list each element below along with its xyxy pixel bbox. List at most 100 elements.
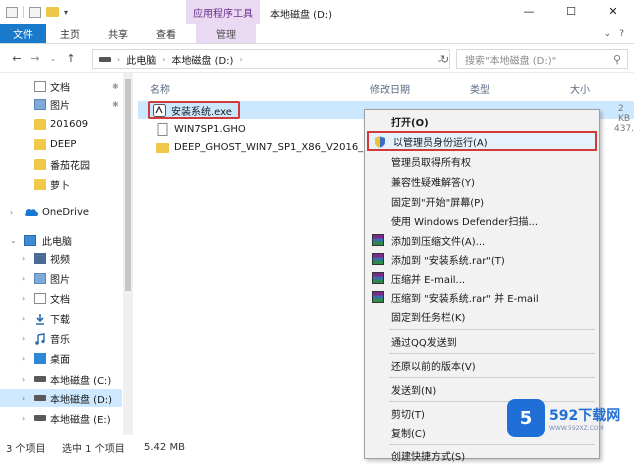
properties-icon[interactable] [6, 6, 18, 18]
menu-item-restore-versions[interactable]: 还原以前的版本(V) [367, 356, 597, 374]
sidebar-item-tomato-garden[interactable]: 番茄花园 [0, 155, 122, 173]
sidebar-item-drive-c[interactable]: › 本地磁盘 (C:) [0, 370, 122, 388]
recent-locations-button[interactable]: ⌄ [44, 54, 62, 63]
app-tools-tab-title: 应用程序工具 [186, 0, 260, 24]
search-placeholder: 搜索"本地磁盘 (D:)" [465, 55, 557, 67]
sidebar-scrollbar[interactable] [123, 73, 133, 435]
winrar-icon [372, 291, 384, 303]
sidebar-item-music[interactable]: › 音乐 [0, 329, 122, 347]
tab-manage[interactable]: 管理 [196, 24, 256, 43]
file-row-win7sp1-gho[interactable]: WIN7SP1.GHO [156, 121, 246, 138]
menu-item-pin-to-taskbar[interactable]: 固定到任务栏(K) [367, 307, 597, 325]
sidebar-item-drive-d[interactable]: › 本地磁盘 (D:) [0, 389, 122, 407]
music-icon [34, 332, 46, 345]
back-button[interactable]: ← [8, 52, 26, 65]
sidebar-item-onedrive[interactable]: › OneDrive [0, 203, 122, 221]
menu-item-pin-to-start[interactable]: 固定到"开始"屏幕(P) [367, 192, 597, 210]
sidebar-item-videos[interactable]: › 视频 [0, 249, 122, 267]
chevron-right-icon[interactable]: › [22, 254, 25, 263]
help-icon[interactable]: ? [619, 29, 624, 39]
chevron-down-icon[interactable]: ▾ [64, 8, 68, 17]
file-name: 安装系统.exe [171, 106, 232, 118]
menu-item-send-via-qq[interactable]: 通过QQ发送到 [367, 332, 597, 350]
sidebar-item-deep[interactable]: DEEP [0, 135, 122, 153]
sidebar-item-luobo[interactable]: 萝卜 [0, 175, 122, 193]
file-row-setup-exe[interactable]: 安装系统.exe [148, 101, 240, 119]
file-row-deep-ghost-folder[interactable]: DEEP_GHOST_WIN7_SP1_X86_V2016_... [156, 139, 373, 156]
refresh-icon[interactable]: ↻ [440, 53, 449, 66]
new-folder-icon[interactable] [46, 7, 59, 17]
search-icon[interactable]: ⚲ [613, 53, 621, 66]
chevron-down-icon[interactable]: ⌄ [10, 236, 17, 245]
menu-separator [389, 353, 595, 354]
chevron-right-icon[interactable]: › [162, 55, 165, 64]
menu-separator [389, 377, 595, 378]
maximize-button[interactable]: ☐ [550, 0, 592, 22]
menu-item-defender-scan[interactable]: 使用 Windows Defender扫描... [367, 211, 597, 229]
sidebar-item-drive-e[interactable]: › 本地磁盘 (E:) [0, 409, 122, 427]
close-button[interactable]: ✕ [592, 0, 634, 22]
sidebar-item-documents[interactable]: › 文档 [0, 289, 122, 307]
chevron-right-icon[interactable]: › [10, 208, 13, 217]
minimize-button[interactable]: — [508, 0, 550, 22]
pin-icon[interactable]: ✱ [112, 100, 119, 109]
menu-item-open[interactable]: 打开(O) [367, 112, 597, 130]
chevron-right-icon[interactable]: › [22, 334, 25, 343]
breadcrumb-this-pc[interactable]: 此电脑 [126, 52, 156, 67]
menu-item-compress-rar-email[interactable]: 压缩到 "安装系统.rar" 并 E-mail [367, 288, 597, 306]
column-modified[interactable]: 修改日期 [370, 81, 410, 96]
sidebar-item-downloads[interactable]: › 下载 [0, 309, 122, 327]
ribbon-tabs: 文件 主页 共享 查看 管理 ⌄ ? [0, 24, 634, 44]
tab-view[interactable]: 查看 [142, 24, 190, 43]
sidebar-item-pictures[interactable]: › 图片 [0, 269, 122, 287]
search-input[interactable]: 搜索"本地磁盘 (D:)" ⚲ [456, 49, 628, 69]
chevron-right-icon[interactable]: › [22, 274, 25, 283]
menu-item-add-to-rar[interactable]: 添加到 "安装系统.rar"(T) [367, 250, 597, 268]
pin-icon[interactable]: ✱ [112, 82, 119, 91]
sidebar-item-201609[interactable]: 201609 [0, 115, 122, 133]
chevron-right-icon[interactable]: › [22, 354, 25, 363]
address-path[interactable]: › 此电脑 › 本地磁盘 (D:) › ⌄ [92, 49, 450, 69]
chevron-right-icon[interactable]: › [22, 414, 25, 423]
chevron-right-icon[interactable]: › [22, 375, 25, 384]
sidebar-item-desktop[interactable]: › 桌面 [0, 349, 122, 367]
window-controls: — ☐ ✕ [508, 0, 634, 22]
sidebar-item-this-pc[interactable]: ⌄ 此电脑 [0, 231, 122, 249]
pictures-icon [34, 272, 46, 284]
menu-item-troubleshoot-compat[interactable]: 兼容性疑难解答(Y) [367, 172, 597, 190]
status-item-count: 3 个项目 [6, 443, 46, 455]
watermark-logo: 5 [507, 399, 545, 437]
site-watermark: 5 592下载网 WWW.592XZ.COM [507, 394, 634, 442]
status-size: 5.42 MB [144, 441, 185, 453]
menu-item-compress-email[interactable]: 压缩并 E-mail... [367, 269, 597, 287]
breadcrumb-drive-d[interactable]: 本地磁盘 (D:) [171, 52, 233, 67]
winrar-icon [372, 234, 384, 246]
sidebar-item-documents-pinned[interactable]: 文档 ✱ [0, 77, 122, 95]
menu-item-take-ownership[interactable]: 管理员取得所有权 [367, 152, 597, 170]
menu-item-run-as-admin[interactable]: 以管理员身份运行(A) [367, 131, 597, 151]
tab-share[interactable]: 共享 [94, 24, 142, 43]
chevron-right-icon[interactable]: › [22, 394, 25, 403]
tab-home[interactable]: 主页 [46, 24, 94, 43]
drive-icon [34, 376, 46, 382]
chevron-right-icon[interactable]: › [22, 294, 25, 303]
chevron-right-icon[interactable]: › [117, 55, 120, 64]
forward-button[interactable]: → [26, 52, 44, 65]
file-name: WIN7SP1.GHO [174, 124, 246, 135]
column-size[interactable]: 大小 [570, 81, 590, 96]
properties-icon[interactable] [29, 6, 41, 18]
sidebar-item-pictures-pinned[interactable]: 图片 ✱ [0, 95, 122, 113]
drive-icon [34, 415, 46, 421]
expand-ribbon-icon[interactable]: ⌄ [604, 29, 612, 39]
shield-icon [374, 136, 386, 148]
scrollbar-thumb[interactable] [125, 79, 131, 291]
menu-item-create-shortcut[interactable]: 创建快捷方式(S) [367, 446, 597, 464]
column-name[interactable]: 名称 [150, 81, 170, 96]
chevron-right-icon[interactable]: › [239, 55, 242, 64]
quick-access-toolbar: ▾ [0, 6, 68, 18]
menu-item-add-to-archive[interactable]: 添加到压缩文件(A)... [367, 231, 597, 249]
chevron-right-icon[interactable]: › [22, 314, 25, 323]
up-button[interactable]: ↑ [62, 52, 80, 65]
column-type[interactable]: 类型 [470, 81, 490, 96]
tab-file[interactable]: 文件 [0, 24, 46, 43]
